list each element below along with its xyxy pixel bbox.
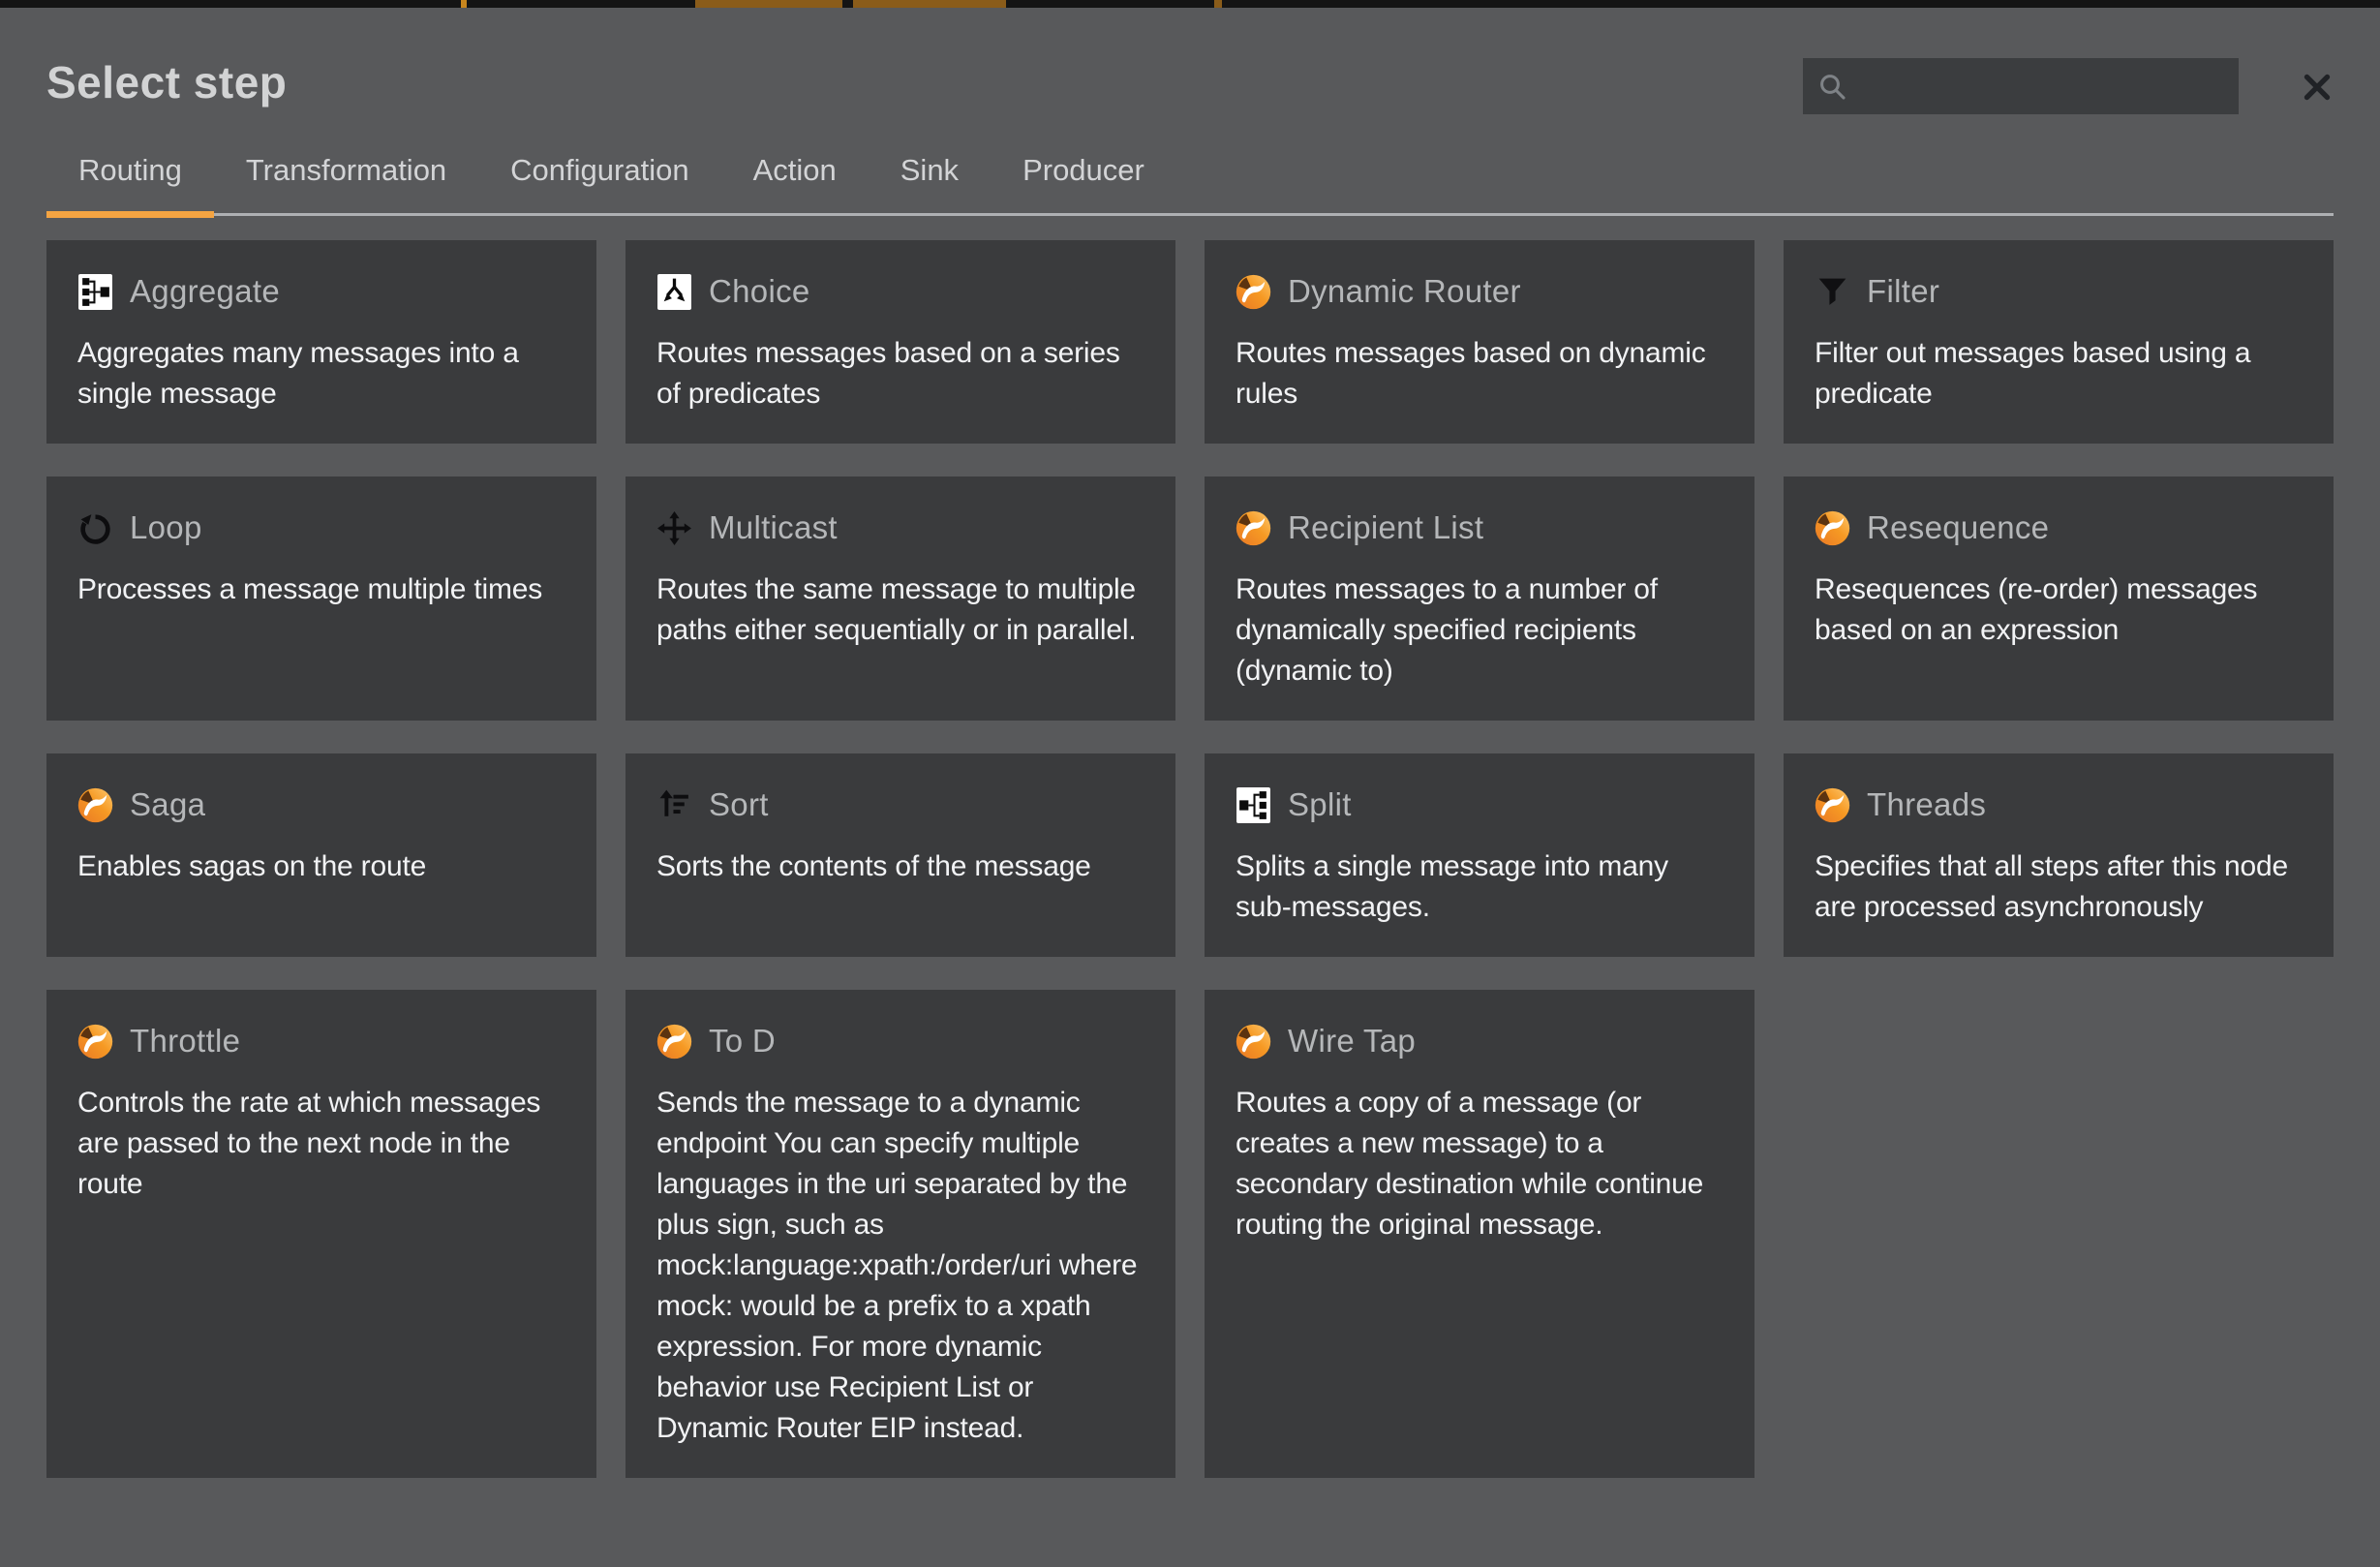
step-card-choice[interactable]: Choice Routes messages based on a series … [626,240,1175,444]
step-description: Routes messages based on a series of pre… [656,333,1144,415]
step-card-threads[interactable]: Threads Specifies that all steps after th… [1784,753,2334,957]
step-card-to-d[interactable]: To D Sends the message to a dynamic endpo… [626,990,1175,1478]
step-title: Saga [130,786,205,823]
step-card-header: Loop [77,509,565,546]
background-strip-segment [853,0,1006,8]
step-card-header: Filter [1815,273,2303,310]
step-title: Sort [709,786,769,823]
step-description: Aggregates many messages into a single m… [77,333,565,415]
step-title: Dynamic Router [1288,273,1521,310]
step-card-header: Aggregate [77,273,565,310]
step-card-recipient-list[interactable]: Recipient List Routes messages to a numbe… [1205,476,1754,721]
step-description: Sends the message to a dynamic endpoint … [656,1083,1144,1449]
aggregate-eip-icon [77,274,113,310]
multicast-arrows-icon [656,510,692,546]
modal-header: Select step [0,8,2380,122]
camel-logo-icon [77,1024,113,1060]
step-title: Wire Tap [1288,1023,1416,1060]
search-input[interactable] [1847,58,2225,114]
modal-title: Select step [46,57,287,108]
step-card-header: Recipient List [1236,509,1724,546]
tab-routing[interactable]: Routing [46,143,214,213]
step-card-header: Resequence [1815,509,2303,546]
step-card-wire-tap[interactable]: Wire Tap Routes a copy of a message (or c… [1205,990,1754,1478]
step-title: To D [709,1023,776,1060]
step-card-loop[interactable]: Loop Processes a message multiple times [46,476,596,721]
step-title: Loop [130,509,202,546]
step-card-multicast[interactable]: Multicast Routes the same message to mult… [626,476,1175,721]
step-description: Resequences (re-order) messages based on… [1815,569,2303,651]
category-tabs: RoutingTransformationConfigurationAction… [46,143,2334,216]
step-title: Multicast [709,509,838,546]
step-card-header: Saga [77,786,565,823]
step-card-header: To D [656,1023,1144,1060]
tab-producer[interactable]: Producer [991,143,1176,213]
split-eip-icon [1236,787,1271,823]
camel-logo-icon [1236,274,1271,310]
step-card-header: Split [1236,786,1724,823]
tab-sink[interactable]: Sink [869,143,991,213]
background-strip-segment [461,0,467,8]
tab-configuration[interactable]: Configuration [478,143,720,213]
step-title: Aggregate [130,273,280,310]
step-card-header: Wire Tap [1236,1023,1724,1060]
step-description: Filter out messages based using a predic… [1815,333,2303,415]
step-search-box [1803,58,2239,114]
close-button[interactable] [2297,68,2337,108]
step-description: Enables sagas on the route [77,846,565,887]
step-card-saga[interactable]: Saga Enables sagas on the route [46,753,596,957]
step-description: Splits a single message into many sub-me… [1236,846,1724,928]
close-icon [2300,70,2334,105]
step-title: Throttle [130,1023,240,1060]
step-card-header: Choice [656,273,1144,310]
step-description: Routes a copy of a message (or creates a… [1236,1083,1724,1245]
loop-arrow-icon [77,510,113,546]
step-card-filter[interactable]: Filter Filter out messages based using a … [1784,240,2334,444]
background-strip-segment [1214,0,1222,8]
step-description: Routes the same message to multiple path… [656,569,1144,651]
step-title: Split [1288,786,1352,823]
step-card-aggregate[interactable]: Aggregate Aggregates many messages into a… [46,240,596,444]
step-description: Controls the rate at which messages are … [77,1083,565,1205]
camel-logo-icon [1236,1024,1271,1060]
step-title: Resequence [1867,509,2049,546]
step-description: Processes a message multiple times [77,569,565,610]
tab-transformation[interactable]: Transformation [214,143,478,213]
camel-logo-icon [1815,787,1850,823]
step-card-sort[interactable]: Sort Sorts the contents of the message [626,753,1175,957]
choice-eip-icon [656,274,692,310]
steps-grid: Aggregate Aggregates many messages into a… [46,240,2334,1536]
step-title: Recipient List [1288,509,1483,546]
step-card-header: Throttle [77,1023,565,1060]
step-description: Routes messages to a number of dynamical… [1236,569,1724,691]
step-title: Choice [709,273,810,310]
step-card-header: Threads [1815,786,2303,823]
search-icon [1816,71,1847,102]
step-description: Sorts the contents of the message [656,846,1144,887]
sort-amount-icon [656,787,692,823]
background-page-strip [0,0,2380,8]
step-title: Threads [1867,786,1986,823]
select-step-modal: Select step RoutingTransformationConfigu… [0,8,2380,1567]
filter-funnel-icon [1815,274,1850,310]
step-card-split[interactable]: Split Splits a single message into many s… [1205,753,1754,957]
step-description: Routes messages based on dynamic rules [1236,333,1724,415]
camel-logo-icon [656,1024,692,1060]
tab-action[interactable]: Action [721,143,869,213]
step-card-header: Dynamic Router [1236,273,1724,310]
step-card-dynamic-router[interactable]: Dynamic Router Routes messages based on d… [1205,240,1754,444]
step-card-throttle[interactable]: Throttle Controls the rate at which messa… [46,990,596,1478]
background-strip-segment [695,0,842,8]
camel-logo-icon [1236,510,1271,546]
step-card-resequence[interactable]: Resequence Resequences (re-order) message… [1784,476,2334,721]
step-description: Specifies that all steps after this node… [1815,846,2303,928]
step-card-header: Multicast [656,509,1144,546]
step-title: Filter [1867,273,1939,310]
step-card-header: Sort [656,786,1144,823]
camel-logo-icon [77,787,113,823]
camel-logo-icon [1815,510,1850,546]
